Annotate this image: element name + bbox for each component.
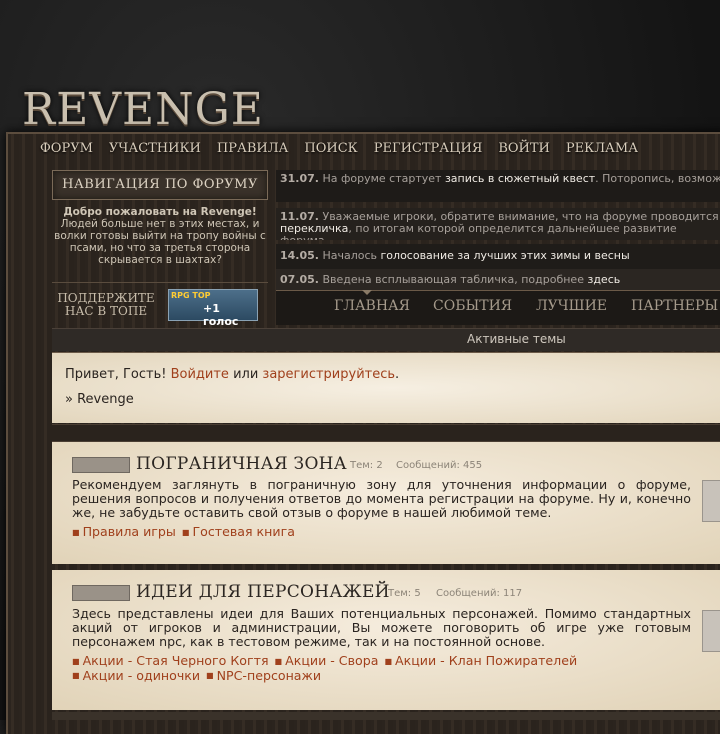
tab-partners[interactable]: ПАРТНЕРЫ [631, 298, 718, 314]
news-item: 11.07. Уважаемые игроки, обратите вниман… [276, 208, 720, 240]
last-poster-avatar[interactable] [702, 610, 720, 652]
forum-description: Рекомендуем заглянуть в пограничную зону… [72, 477, 691, 520]
greeting-text: Привет, Гость! [65, 367, 171, 382]
topnav-members[interactable]: УЧАСТНИКИ [109, 141, 201, 156]
support-text: ПОДДЕРЖИТЕ НАС В ТОПЕ [57, 291, 155, 318]
rpg-vote-label: +1 голос [203, 302, 239, 328]
forum-stamp-icon [72, 457, 130, 473]
login-link[interactable]: Войдите [171, 367, 229, 382]
news-list: 31.07. На форуме стартует запись в сюжет… [276, 170, 720, 291]
register-link[interactable]: зарегистрируйтесь [262, 367, 395, 382]
topnav-forum[interactable]: ФОРУМ [40, 141, 93, 156]
subforum-list: ■ Акции - Стая Черного Когтя ■ Акции - Свор… [72, 654, 583, 683]
news-date: 07.05. [280, 273, 319, 286]
forum-posts-count: Сообщений: 117 [436, 588, 523, 599]
greeting-text: . [395, 367, 400, 382]
topnav-rules[interactable]: ПРАВИЛА [217, 141, 289, 156]
topnav-search[interactable]: ПОИСК [304, 141, 357, 156]
sidebar: НАВИГАЦИЯ ПО ФОРУМУ Добро пожаловать на … [52, 170, 268, 266]
subforum-link[interactable]: ■ NPC-персонажи [206, 668, 321, 683]
news-item: 14.05. Началось голосование за лучших эт… [276, 244, 720, 269]
section-divider [52, 424, 720, 442]
support-block: ПОДДЕРЖИТЕ НАС В ТОПЕ RPG TOP +1 голос [52, 282, 268, 328]
main-navigation: ГЛАВНАЯ СОБЫТИЯ ЛУЧШИЕ ПАРТНЕРЫ [276, 290, 720, 325]
subforum-list: ■ Правила игры ■ Гостевая книга [72, 525, 301, 540]
tab-main[interactable]: ГЛАВНАЯ [334, 298, 410, 314]
welcome-text: Людей больше нет в этих местах, и волки … [54, 218, 266, 266]
active-topics-link[interactable]: Активные темы [467, 332, 566, 346]
news-link[interactable]: запись в сюжетный квест [445, 172, 595, 185]
breadcrumb[interactable]: » Revenge [65, 392, 134, 407]
subforum-link[interactable]: ■ Акции - одиночки [72, 668, 200, 683]
active-tab-indicator [362, 290, 372, 295]
bottom-divider [52, 712, 720, 720]
rpg-top-label: RPG TOP [171, 291, 211, 300]
welcome-block: Добро пожаловать на Revenge! Людей больш… [52, 206, 268, 266]
forum-posts-count: Сообщений: 455 [396, 460, 483, 471]
subforum-link[interactable]: ■ Гостевая книга [182, 524, 295, 539]
news-text: Началось [322, 249, 381, 262]
forum-topics-count: Тем: 5 [388, 588, 421, 599]
top-navigation: ФОРУМ УЧАСТНИКИ ПРАВИЛА ПОИСК РЕГИСТРАЦИ… [40, 141, 654, 156]
news-link[interactable]: голосование за лучших этих зимы и весны [381, 249, 630, 262]
topnav-register[interactable]: РЕГИСТРАЦИЯ [374, 141, 483, 156]
rpg-top-vote-button[interactable]: RPG TOP +1 голос [168, 289, 258, 328]
tab-best[interactable]: ЛУЧШИЕ [536, 298, 607, 314]
news-text: Введена всплывающая табличка, подробнее [322, 273, 588, 286]
forum-navigation-button[interactable]: НАВИГАЦИЯ ПО ФОРУМУ [52, 170, 268, 200]
topnav-ads[interactable]: РЕКЛАМА [566, 141, 638, 156]
news-text: На форуме стартует [322, 172, 445, 185]
topnav-login[interactable]: ВОЙТИ [498, 141, 550, 156]
news-date: 31.07. [280, 172, 319, 185]
greeting-panel: Привет, Гость! Войдите или зарегистрируй… [52, 352, 720, 423]
subforum-link[interactable]: ■ Акции - Клан Пожирателей [384, 653, 577, 668]
news-date: 14.05. [280, 249, 319, 262]
forum-block: ПОГРАНИЧНАЯ ЗОНА Тем: 2 Сообщений: 455 Р… [52, 442, 720, 564]
active-topics-bar: Активные темы [52, 328, 720, 351]
forum-title[interactable]: ИДЕИ ДЛЯ ПЕРСОНАЖЕЙ [136, 582, 390, 602]
forum-block: ИДЕИ ДЛЯ ПЕРСОНАЖЕЙ Тем: 5 Сообщений: 11… [52, 570, 720, 710]
subforum-link[interactable]: ■ Акции - Свора [275, 653, 379, 668]
welcome-title: Добро пожаловать на Revenge! [63, 206, 257, 218]
forum-topics-count: Тем: 2 [350, 460, 383, 471]
subforum-link[interactable]: ■ Акции - Стая Черного Когтя [72, 653, 269, 668]
news-item: 07.05. Введена всплывающая табличка, под… [276, 269, 720, 291]
forum-title[interactable]: ПОГРАНИЧНАЯ ЗОНА [136, 454, 347, 474]
news-text: . Поторопись, возможно именно твой персо… [595, 172, 720, 185]
forum-stamp-icon [72, 585, 130, 601]
greeting-text: или [228, 367, 263, 382]
subforum-link[interactable]: ■ Правила игры [72, 524, 176, 539]
greeting-line: Привет, Гость! Войдите или зарегистрируй… [65, 367, 399, 382]
forum-description: Здесь представлены идеи для Ваших потенц… [72, 606, 691, 649]
last-poster-avatar[interactable] [702, 480, 720, 522]
news-item: 31.07. На форуме стартует запись в сюжет… [276, 170, 720, 202]
news-link[interactable]: здесь [587, 273, 620, 286]
site-logo[interactable]: REVENGE [22, 84, 264, 135]
tab-events[interactable]: СОБЫТИЯ [433, 298, 512, 314]
